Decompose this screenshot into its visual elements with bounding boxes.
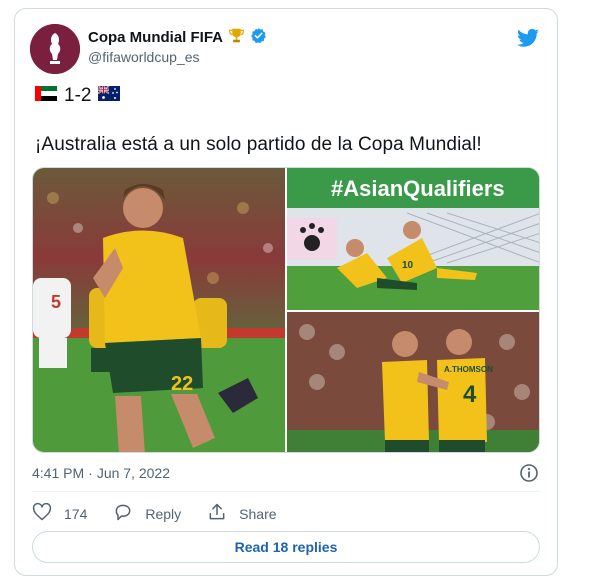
- share-button[interactable]: Share: [207, 502, 277, 525]
- share-label[interactable]: Share: [239, 506, 276, 522]
- tweet-timestamp[interactable]: 4:41 PM · Jun 7, 2022: [32, 465, 170, 481]
- player-number-right: 4: [463, 381, 477, 408]
- author-name-row[interactable]: Copa Mundial FIFA: [88, 27, 267, 48]
- verified-badge-icon: [250, 27, 267, 48]
- like-count: 174: [64, 505, 88, 522]
- twitter-bird-icon[interactable]: [516, 26, 540, 50]
- author-name[interactable]: Copa Mundial FIFA: [88, 29, 223, 46]
- match-score: 1-2: [64, 85, 92, 106]
- trophy-icon: [228, 27, 245, 48]
- read-replies-button[interactable]: Read 18 replies: [32, 531, 540, 563]
- reply-button[interactable]: Reply: [113, 502, 181, 525]
- author-handle[interactable]: @fifaworldcup_es: [88, 49, 200, 65]
- player-number-top: 10: [402, 260, 414, 271]
- uae-flag-icon: [35, 85, 57, 107]
- player-name-shirt: A.THOMSON: [444, 365, 493, 374]
- australia-flag-icon: [98, 85, 121, 107]
- photo-asian-qualifiers[interactable]: #AsianQualifiers 10: [287, 168, 539, 310]
- photo-players-embrace[interactable]: A.THOMSON 4: [287, 312, 539, 452]
- media-grid[interactable]: 5 22 #AsianQualifiers 10 A.THOMSON 4: [32, 167, 540, 453]
- score-line: 1-2: [35, 85, 121, 107]
- like-button[interactable]: 174: [32, 502, 87, 525]
- fifa-world-cup-logo: [30, 24, 80, 74]
- reply-bubble-icon[interactable]: [113, 502, 133, 525]
- share-icon[interactable]: [207, 502, 227, 525]
- heart-icon[interactable]: [32, 502, 52, 525]
- tweet-card[interactable]: Copa Mundial FIFA @fifaworldcup_es 1-2 ¡…: [14, 8, 558, 576]
- author-avatar[interactable]: [30, 24, 80, 74]
- timestamp-separator: ·: [88, 465, 93, 481]
- opponent-number: 5: [51, 292, 61, 312]
- tweet-time[interactable]: 4:41 PM: [32, 465, 84, 481]
- player-number-main: 22: [171, 373, 193, 395]
- tweet-date[interactable]: Jun 7, 2022: [97, 465, 170, 481]
- tweet-actions: 174 Reply Share: [32, 502, 303, 525]
- photo-celebration-left[interactable]: 5 22: [33, 168, 285, 452]
- divider: [32, 491, 540, 492]
- tweet-text: ¡Australia está a un solo partido de la …: [35, 134, 482, 155]
- read-replies-label[interactable]: Read 18 replies: [235, 539, 338, 555]
- asian-qualifiers-banner: #AsianQualifiers: [331, 176, 505, 201]
- reply-label[interactable]: Reply: [145, 506, 181, 522]
- info-icon[interactable]: [519, 463, 539, 483]
